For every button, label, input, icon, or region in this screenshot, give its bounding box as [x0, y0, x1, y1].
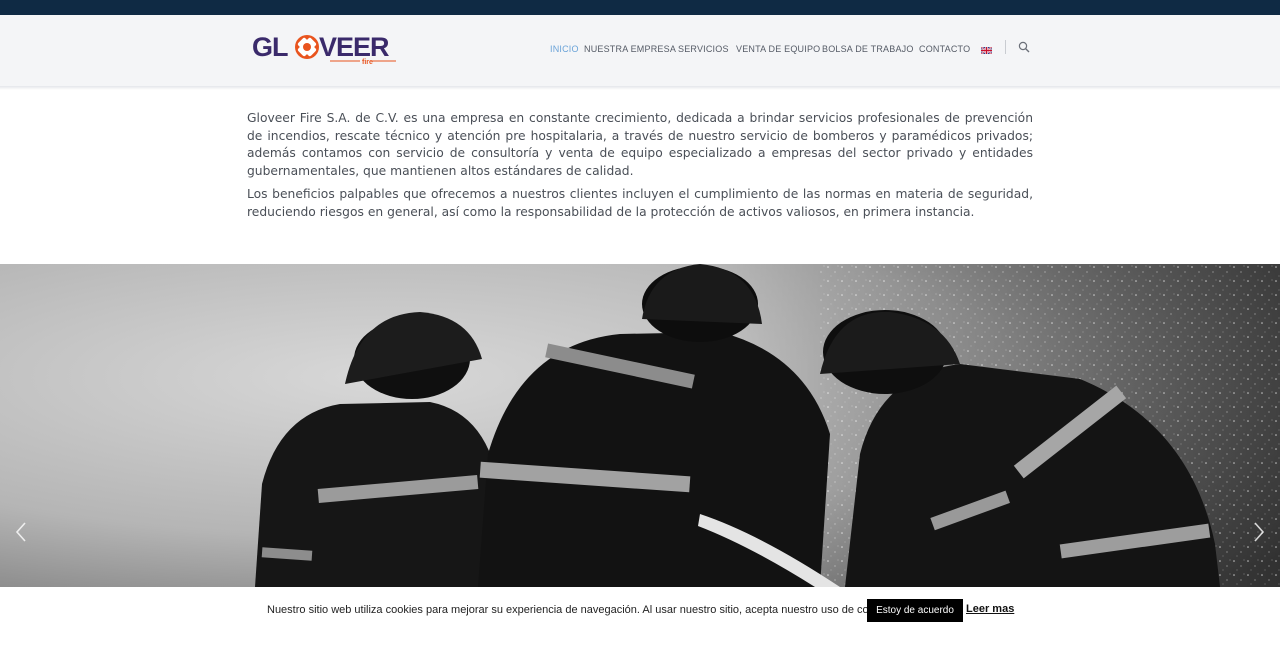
nav-item-nuestra-empresa[interactable]: NUESTRA EMPRESA — [584, 44, 676, 54]
intro-paragraph-2: Los beneficios palpables que ofrecemos a… — [247, 187, 1033, 219]
intro-text: Gloveer Fire S.A. de C.V. es una empresa… — [247, 110, 1033, 228]
nav-item-bolsa-de-trabajo[interactable]: BOLSA DE TRABAJO — [822, 44, 914, 54]
chevron-right-icon[interactable] — [1252, 520, 1266, 544]
uk-flag-icon[interactable] — [981, 47, 992, 54]
intro-paragraph-1: Gloveer Fire S.A. de C.V. es una empresa… — [247, 111, 1033, 178]
cookie-bar: Nuestro sitio web utiliza cookies para m… — [0, 587, 1280, 650]
nav-item-venta-de-equipo[interactable]: VENTA DE EQUIPO — [736, 44, 820, 54]
nav-item-servicios[interactable]: SERVICIOS — [678, 44, 729, 54]
nav-divider — [1005, 40, 1006, 54]
cookie-accept-button[interactable]: Estoy de acuerdo — [867, 599, 963, 622]
firefighters-photo — [0, 264, 1280, 587]
hero-slider — [0, 264, 1280, 587]
nav-item-contacto[interactable]: CONTACTO — [919, 44, 970, 54]
header-shadow — [0, 86, 1280, 90]
chevron-left-icon[interactable] — [14, 520, 28, 544]
svg-text:VEER: VEER — [319, 32, 389, 62]
logo-subtext: fire — [362, 59, 373, 66]
nav-item-inicio[interactable]: INICIO — [550, 44, 579, 54]
svg-text:GL: GL — [252, 32, 288, 62]
cookie-notice-text: Nuestro sitio web utiliza cookies para m… — [267, 604, 898, 616]
top-bar — [0, 0, 1280, 15]
search-icon[interactable] — [1018, 41, 1030, 53]
gloveer-logo[interactable]: GL VEER fire — [250, 28, 400, 68]
cookie-read-more-link[interactable]: Leer mas — [966, 603, 1014, 615]
